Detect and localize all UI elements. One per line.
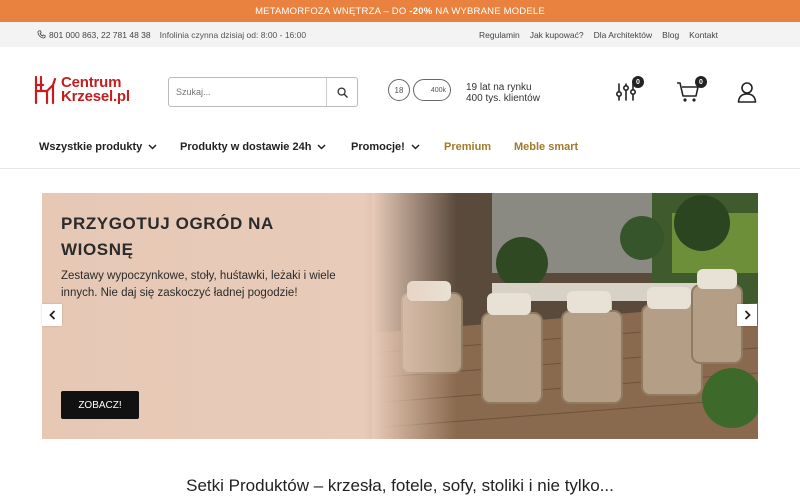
promo-bar[interactable]: METAMORFOZA WNĘTRZA – DO -20% NA WYBRANE… <box>0 0 800 22</box>
link-dla-architektow[interactable]: Dla Architektów <box>594 30 653 40</box>
years-badge: 18 <box>388 79 410 101</box>
chevron-right-icon <box>744 310 751 320</box>
nav-label: Promocje! <box>351 141 405 153</box>
site-header: Centrum Krzesel.pl 18 400k 19 lat na ryn… <box>0 47 800 137</box>
link-regulamin[interactable]: Regulamin <box>479 30 520 40</box>
hero-description: Zestawy wypoczynkowe, stoły, huśtawki, l… <box>61 270 336 299</box>
logo-line-2: Krzesel.pl <box>61 88 130 105</box>
slider-next-button[interactable] <box>737 304 757 326</box>
search-box <box>168 77 358 107</box>
nav-label: Premium <box>444 141 492 153</box>
link-blog[interactable]: Blog <box>662 30 679 40</box>
phone-icon <box>37 30 46 39</box>
link-jak-kupowac[interactable]: Jak kupować? <box>530 30 584 40</box>
clients-badge-text: 400k <box>430 86 446 94</box>
trust-clients: 400 tys. klientów <box>466 93 540 104</box>
garden-furniture-photo <box>372 193 758 439</box>
cart-button[interactable]: 0 <box>676 76 707 108</box>
site-logo[interactable]: Centrum Krzesel.pl <box>33 75 130 105</box>
search-icon <box>337 86 348 98</box>
search-input[interactable] <box>169 78 327 106</box>
hotline-hours: Infolinia czynna dzisiaj od: 8:00 - 16:0… <box>159 29 307 40</box>
top-links: Regulamin Jak kupować? Dla Architektów B… <box>479 22 718 47</box>
chevron-down-icon <box>317 144 326 150</box>
nav-all-products[interactable]: Wszystkie produkty <box>39 141 157 153</box>
contact-info: 801 000 863, 22 781 48 38 Infolinia czyn… <box>37 22 306 47</box>
promo-text-pre: METAMORFOZA WNĘTRZA – DO <box>255 5 407 17</box>
info-bar: 801 000 863, 22 781 48 38 Infolinia czyn… <box>0 22 800 47</box>
chevron-down-icon <box>411 144 420 150</box>
trust-years: 19 lat na rynku <box>466 82 532 93</box>
promo-highlight: -20% <box>409 5 433 17</box>
hero-cta-button[interactable]: ZOBACZ! <box>61 391 139 419</box>
trust-badges: 18 400k <box>388 79 451 101</box>
logo-text: Centrum Krzesel.pl <box>61 75 130 105</box>
hero-title: PRZYGOTUJ OGRÓD NA WIOSNĘ <box>61 214 274 259</box>
hero-banner[interactable]: PRZYGOTUJ OGRÓD NA WIOSNĘ Zestawy wypocz… <box>42 193 758 439</box>
nav-smart-furniture[interactable]: Meble smart <box>514 141 578 153</box>
chevron-left-icon <box>48 310 55 320</box>
nav-premium[interactable]: Premium <box>444 141 491 153</box>
cart-count: 0 <box>695 76 707 88</box>
slider-prev-button[interactable] <box>42 304 62 326</box>
link-kontakt[interactable]: Kontakt <box>689 30 718 40</box>
promo-text-post: NA WYBRANE MODELE <box>435 5 545 17</box>
chevron-down-icon <box>148 144 157 150</box>
nav-label: Wszystkie produkty <box>39 141 143 153</box>
compare-count: 0 <box>632 76 644 88</box>
section-heading: Setki Produktów – krzesła, fotele, sofy,… <box>186 476 614 495</box>
nav-label: Meble smart <box>514 141 579 153</box>
account-button[interactable] <box>737 81 757 108</box>
compare-button[interactable]: 0 <box>615 76 644 108</box>
main-nav: Wszystkie produkty Produkty w dostawie 2… <box>0 137 800 169</box>
search-button[interactable] <box>326 78 357 106</box>
chair-logo-icon <box>34 75 57 105</box>
nav-promotions[interactable]: Promocje! <box>351 141 420 153</box>
clients-badge: 400k <box>413 79 451 101</box>
trust-text: 19 lat na rynku 400 tys. klientów <box>466 82 540 104</box>
nav-delivery-24h[interactable]: Produkty w dostawie 24h <box>180 141 326 153</box>
phone-numbers[interactable]: 801 000 863, 22 781 48 38 <box>37 30 151 40</box>
phone-text: 801 000 863, 22 781 48 38 <box>49 29 151 40</box>
nav-label: Produkty w dostawie 24h <box>180 141 312 153</box>
user-icon <box>737 82 757 103</box>
